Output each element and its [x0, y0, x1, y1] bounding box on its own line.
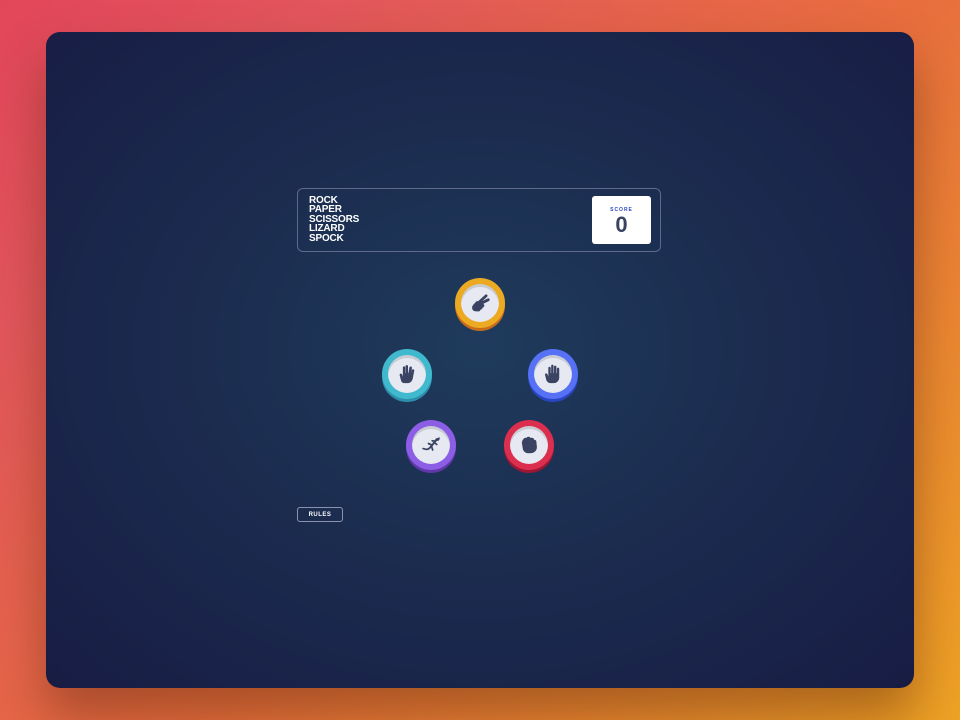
choice-lizard-button[interactable] [406, 420, 456, 470]
score-value: 0 [615, 212, 628, 237]
spock-hand-icon [399, 365, 415, 384]
choice-spock-face [388, 355, 426, 393]
choice-rock-face [510, 426, 548, 464]
title-line-spock: SPOCK [309, 232, 344, 244]
lizard-icon [422, 436, 440, 451]
rules-button[interactable]: RULES [297, 507, 343, 522]
choice-scissors-face [461, 284, 499, 322]
choice-paper-button[interactable] [528, 349, 578, 399]
choice-rock-button[interactable] [504, 420, 554, 470]
scissors-hand-icon [472, 294, 490, 312]
choice-spock-button[interactable] [382, 349, 432, 399]
rock-fist-icon [521, 436, 537, 454]
score-card: SCORE 0 [592, 196, 651, 244]
choice-lizard-face [412, 426, 450, 464]
choice-scissors-button[interactable] [455, 278, 505, 328]
paper-hand-icon [544, 364, 560, 384]
game-title: ROCK PAPER SCISSORS LIZARD SPOCK [309, 195, 359, 244]
choice-paper-face [534, 355, 572, 393]
game-window: ROCK PAPER SCISSORS LIZARD SPOCK SCORE 0 [46, 32, 914, 688]
header: ROCK PAPER SCISSORS LIZARD SPOCK SCORE 0 [297, 188, 661, 252]
